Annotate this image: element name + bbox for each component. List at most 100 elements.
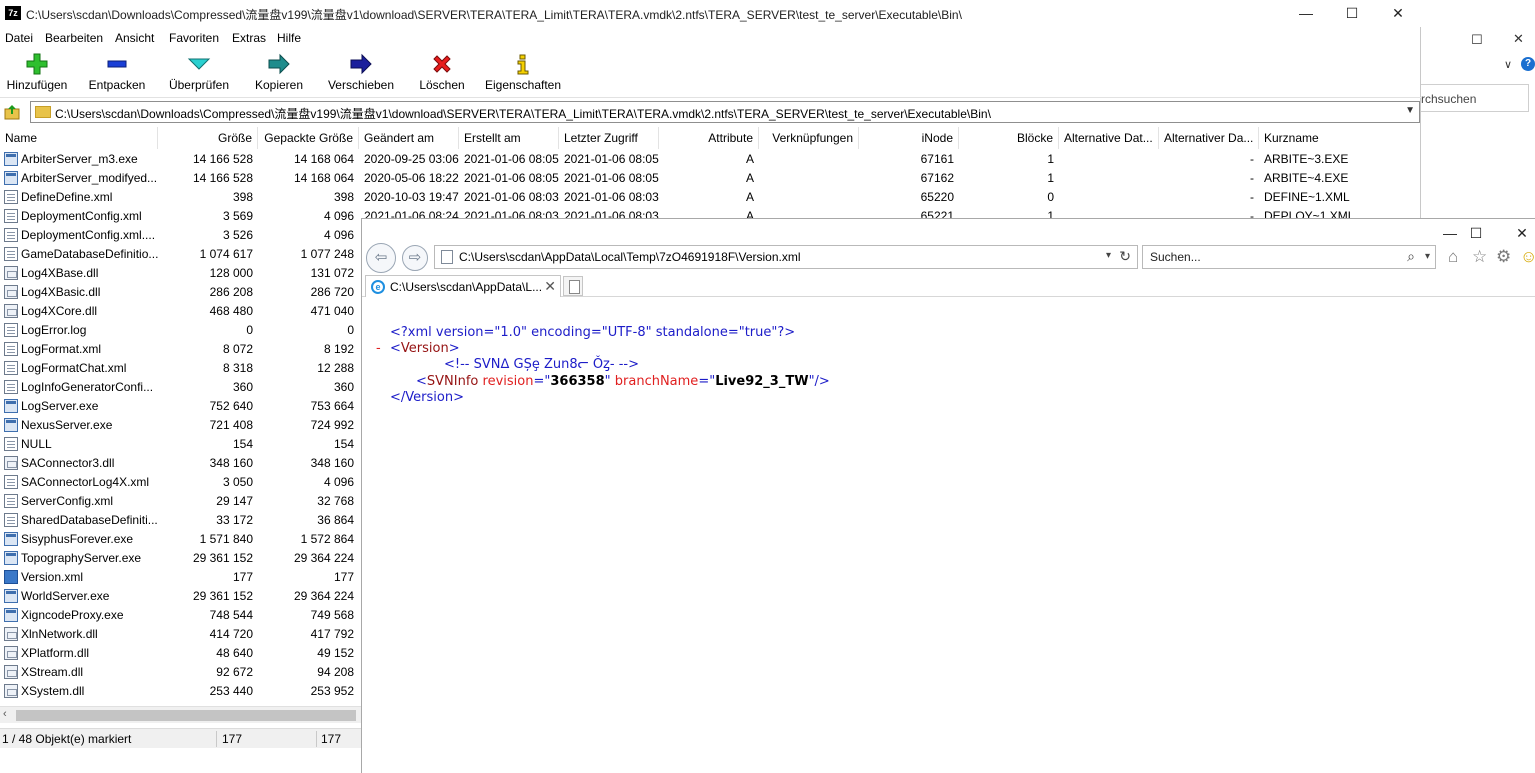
file-row-name[interactable]: XigncodeProxy.exe (16, 606, 158, 625)
menu-hilfe[interactable]: Hilfe (277, 31, 301, 45)
file-row-name[interactable]: NULL (16, 435, 158, 454)
scroll-thumb[interactable] (16, 710, 356, 721)
file-row-name[interactable]: SharedDatabaseDefiniti... (16, 511, 158, 530)
file-row-name[interactable]: XPlatform.dll (16, 644, 158, 663)
col-shortname[interactable]: Kurzname (1259, 127, 1359, 149)
file-row-cell: 65220 (920, 190, 954, 204)
file-row-name[interactable]: LogFormat.xml (16, 340, 158, 359)
col-blocks[interactable]: Blöcke (959, 127, 1059, 149)
col-attributes[interactable]: Attribute (659, 127, 759, 149)
col-modified[interactable]: Geändert am (359, 127, 459, 149)
search-input[interactable]: Suchen... ⌕ ▾ (1142, 245, 1436, 269)
refresh-icon[interactable]: ↻ (1119, 248, 1131, 265)
collapse-toggle[interactable]: - (376, 341, 381, 356)
address-input[interactable]: C:\Users\scdan\Downloads\Compressed\流量盘v… (30, 101, 1420, 123)
file-row-name[interactable]: SAConnectorLog4X.xml (16, 473, 158, 492)
menu-bearbeiten[interactable]: Bearbeiten (45, 31, 103, 45)
smiley-icon[interactable]: ☺ (1520, 247, 1535, 267)
test-button[interactable]: Überprüfen (165, 50, 233, 96)
file-row-cell (759, 169, 859, 188)
bg-search-box[interactable]: rchsuchen (1421, 84, 1529, 112)
copy-button[interactable]: Kopieren (250, 50, 308, 96)
file-row-name[interactable]: DeploymentConfig.xml.... (16, 226, 158, 245)
file-row-name[interactable]: Log4XCore.dll (16, 302, 158, 321)
extract-button[interactable]: Entpacken (86, 50, 148, 96)
file-row-name[interactable]: Log4XBasic.dll (16, 283, 158, 302)
url-input[interactable]: C:\Users\scdan\AppData\Local\Temp\7zO469… (434, 245, 1138, 269)
file-row-name[interactable]: GameDatabaseDefinitio... (16, 245, 158, 264)
menu-extras[interactable]: Extras (232, 31, 266, 45)
star-icon[interactable]: ☆ (1472, 247, 1487, 267)
properties-button[interactable]: Eigenschaften (484, 50, 562, 96)
sevenzip-app-icon: 7z (5, 6, 21, 20)
file-row-packed: 360 (333, 380, 354, 394)
file-row-packed: 36 864 (317, 513, 354, 527)
ie-logo-icon: e (371, 280, 385, 294)
new-tab-button[interactable] (563, 276, 583, 296)
back-icon[interactable]: ⇦ (366, 243, 396, 273)
sevenzip-minimize-button[interactable]: — (1283, 2, 1329, 26)
menu-ansicht[interactable]: Ansicht (115, 31, 154, 45)
file-row-name[interactable]: XStream.dll (16, 663, 158, 682)
delete-x-icon (433, 55, 451, 73)
col-size[interactable]: Größe (158, 127, 258, 149)
col-created[interactable]: Erstellt am (459, 127, 559, 149)
file-row-name[interactable]: DeploymentConfig.xml (16, 207, 158, 226)
sevenzip-close-button[interactable]: ✕ (1375, 2, 1421, 26)
delete-button[interactable]: Löschen (416, 50, 468, 96)
col-name[interactable]: Name (0, 127, 158, 149)
gear-icon[interactable]: ⚙ (1496, 247, 1511, 267)
file-row-name[interactable]: ServerConfig.xml (16, 492, 158, 511)
url-dropdown-icon[interactable]: ▾ (1106, 250, 1111, 261)
file-row-name[interactable]: WorldServer.exe (16, 587, 158, 606)
file-row-name[interactable]: LogError.log (16, 321, 158, 340)
col-alt-streams[interactable]: Alternative Dat... (1059, 127, 1159, 149)
file-row-name[interactable]: LogFormatChat.xml (16, 359, 158, 378)
file-row-name[interactable]: XlnNetwork.dll (16, 625, 158, 644)
sevenzip-maximize-button[interactable]: ☐ (1329, 2, 1375, 26)
folder-up-icon[interactable] (4, 104, 20, 120)
move-button[interactable]: Verschieben (325, 50, 397, 96)
file-row-name[interactable]: Version.xml (16, 568, 158, 587)
file-row-name[interactable]: SisyphusForever.exe (16, 530, 158, 549)
file-row-name[interactable]: DefineDefine.xml (16, 188, 158, 207)
bg-maximize-button[interactable]: ☐ (1471, 32, 1483, 48)
file-row-name[interactable]: TopographyServer.exe (16, 549, 158, 568)
forward-icon[interactable]: ⇨ (402, 245, 428, 271)
bg-close-button[interactable]: ✕ (1513, 31, 1524, 47)
file-row-name[interactable]: LogInfoGeneratorConfi... (16, 378, 158, 397)
file-row-name[interactable]: LogServer.exe (16, 397, 158, 416)
file-row-size: 721 408 (209, 418, 253, 432)
url-text: C:\Users\scdan\AppData\Local\Temp\7zO469… (459, 250, 801, 264)
file-row-size: 748 544 (209, 608, 253, 622)
file-row-name[interactable]: ArbiterServer_m3.exe (16, 150, 158, 169)
menu-favoriten[interactable]: Favoriten (169, 31, 219, 45)
tab-close-icon[interactable]: ✕ (544, 278, 556, 295)
col-accessed[interactable]: Letzter Zugriff (559, 127, 659, 149)
search-dropdown-icon[interactable]: ▾ (1425, 251, 1430, 262)
file-row-name[interactable]: XSystem.dll (16, 682, 158, 701)
file-row-name[interactable]: NexusServer.exe (16, 416, 158, 435)
bg-dropdown-icon[interactable]: ∨ (1504, 58, 1512, 71)
col-alt-size[interactable]: Alternativer Da... (1159, 127, 1259, 149)
col-links[interactable]: Verknüpfungen (759, 127, 859, 149)
chevron-down-icon[interactable]: ▼ (1405, 105, 1415, 116)
file-row-name[interactable]: ArbiterServer_modifyed... (16, 169, 158, 188)
col-packed[interactable]: Gepackte Größe (258, 127, 359, 149)
col-inode[interactable]: iNode (859, 127, 959, 149)
file-row-packed: 1 572 864 (300, 532, 354, 546)
sevenzip-titlebar[interactable]: 7z C:\Users\scdan\Downloads\Compressed\流… (0, 0, 1421, 27)
add-button[interactable]: Hinzufügen (4, 50, 70, 96)
search-icon[interactable]: ⌕ (1407, 248, 1415, 265)
file-row-packed: 4 096 (323, 228, 354, 242)
ie-tab-active[interactable]: e C:\Users\scdan\AppData\L... ✕ (365, 275, 561, 297)
scroll-left-icon[interactable]: ‹ (3, 708, 7, 720)
file-row-name[interactable]: Log4XBase.dll (16, 264, 158, 283)
home-icon[interactable]: ⌂ (1448, 247, 1458, 267)
file-row-cell: A (745, 190, 754, 204)
file-row-name[interactable]: SAConnector3.dll (16, 454, 158, 473)
ie-titlebar[interactable]: — ☐ ✕ (362, 219, 1535, 243)
horizontal-scrollbar[interactable]: ‹ (0, 706, 362, 723)
menu-datei[interactable]: Datei (5, 31, 33, 45)
help-icon[interactable]: ? (1521, 57, 1535, 71)
